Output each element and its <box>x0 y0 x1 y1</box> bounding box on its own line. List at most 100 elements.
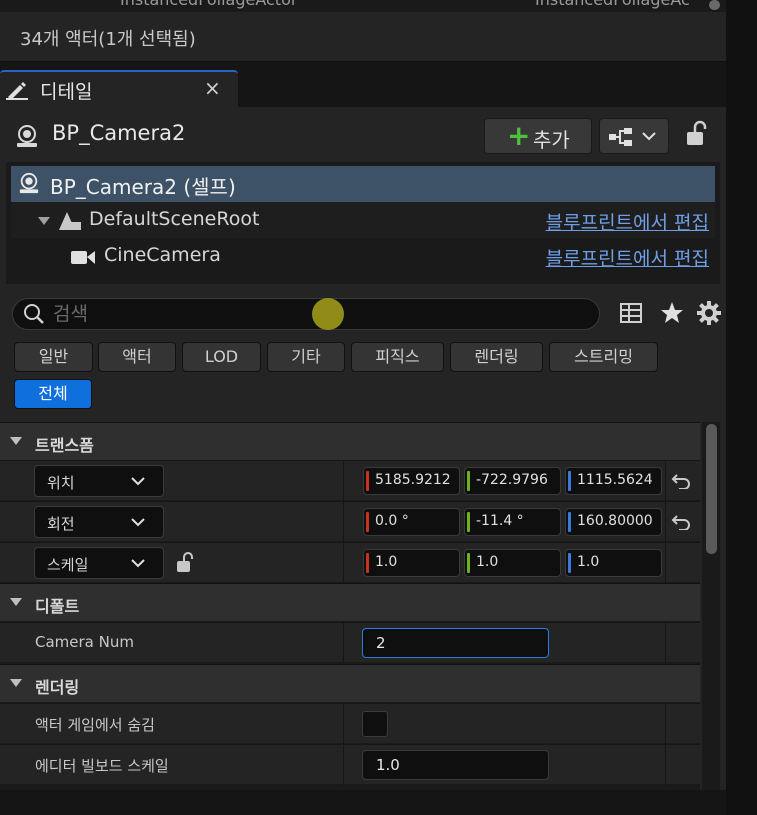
camera-num-field[interactable]: 2 <box>362 628 549 658</box>
actor-name[interactable]: BP_Camera2 <box>52 121 185 145</box>
outliner-scroll-thumb[interactable] <box>709 0 720 10</box>
filter-all[interactable]: 전체 <box>14 379 92 409</box>
details-search-box[interactable] <box>12 298 600 330</box>
reset-to-default-icon[interactable] <box>671 473 691 489</box>
reset-to-default-icon[interactable] <box>671 514 691 530</box>
details-scroll-thumb[interactable] <box>706 424 717 554</box>
gear-icon[interactable] <box>696 300 722 326</box>
filter-streaming[interactable]: 스트리밍 <box>549 342 658 372</box>
collapse-triangle-icon[interactable] <box>37 216 51 226</box>
tree-item-self-label: BP_Camera2 (셀프) <box>50 175 236 199</box>
category-default-label: 디폴트 <box>35 597 80 616</box>
edit-in-blueprint-link[interactable]: 블루프린트에서 편집 <box>546 244 709 271</box>
chevron-down-icon <box>131 477 145 486</box>
property-hidden-in-game: 액터 게임에서 숨김 <box>0 703 700 744</box>
scene-root-icon <box>59 212 81 230</box>
tree-item-label: DefaultSceneRoot <box>89 208 260 230</box>
table-view-icon[interactable] <box>619 301 643 325</box>
collapse-triangle-icon <box>10 437 22 445</box>
filter-physics[interactable]: 피직스 <box>351 342 444 372</box>
rotation-label: 회전 <box>47 515 75 533</box>
collapse-triangle-icon <box>10 598 22 606</box>
location-z-value: 1115.5624 <box>577 472 653 488</box>
unlock-icon[interactable] <box>684 120 710 148</box>
tree-item-self[interactable]: BP_Camera2 (셀프) <box>11 166 715 202</box>
search-icon <box>24 304 44 324</box>
property-scale: 스케일 1.0 1.0 1.0 <box>0 542 700 583</box>
property-billboard-scale: 에디터 빌보드 스케일 1.0 <box>0 744 700 785</box>
billboard-scale-field[interactable]: 1.0 <box>362 750 549 780</box>
billboard-scale-label: 에디터 빌보드 스케일 <box>35 757 169 775</box>
edit-in-blueprint-link[interactable]: 블루프린트에서 편집 <box>546 208 709 235</box>
category-default[interactable]: 디폴트 <box>0 583 700 621</box>
camera-num-label: Camera Num <box>35 633 134 651</box>
category-transform-label: 트랜스폼 <box>35 436 94 455</box>
rotation-y-field[interactable]: -11.4 ° <box>464 508 561 536</box>
star-icon[interactable] <box>659 300 685 326</box>
blueprint-options-button[interactable] <box>599 118 669 154</box>
property-location: 위치 5185.9212 -722.9796 1115.5624 <box>0 460 700 501</box>
tree-item-label: CineCamera <box>104 244 221 266</box>
video-camera-icon <box>71 251 95 264</box>
outliner-cut-item: InstancedFoliageActor <box>120 0 297 9</box>
filter-rendering[interactable]: 렌더링 <box>450 342 543 372</box>
outliner-cut-type: InstancedFoliageAc <box>535 0 690 9</box>
filter-lod[interactable]: LOD <box>182 342 261 372</box>
category-rendering[interactable]: 렌더링 <box>0 664 700 702</box>
tab-details[interactable]: 디테일 × <box>0 70 238 107</box>
tree-item-cine-camera[interactable]: CineCamera 블루프린트에서 편집 <box>11 238 715 274</box>
mouse-cursor-indicator <box>312 298 344 330</box>
actor-count-text: 34개 액터(1개 선택됨) <box>20 29 196 50</box>
plus-icon: + <box>507 119 531 152</box>
unlock-icon[interactable] <box>175 552 197 574</box>
scale-label: 스케일 <box>47 556 89 574</box>
property-rotation: 회전 0.0 ° -11.4 ° 160.80000 <box>0 501 700 542</box>
close-icon[interactable]: × <box>204 76 221 100</box>
outliner-strip: InstancedFoliageActor InstancedFoliageAc <box>0 0 726 12</box>
category-transform[interactable]: 트랜스폼 <box>0 422 700 460</box>
location-label: 위치 <box>47 474 75 492</box>
filter-misc[interactable]: 기타 <box>267 342 345 372</box>
scale-z-value: 1.0 <box>577 554 600 570</box>
chevron-down-icon <box>642 132 656 141</box>
location-x-value: 5185.9212 <box>375 472 451 488</box>
billboard-scale-value: 1.0 <box>376 756 400 774</box>
camera-actor-icon <box>17 125 37 147</box>
bottom-edge <box>0 790 726 815</box>
scale-x-field[interactable]: 1.0 <box>363 549 460 577</box>
scale-mode-dropdown[interactable]: 스케일 <box>34 547 164 579</box>
pencil-icon <box>6 82 28 100</box>
camera-num-value: 2 <box>376 634 386 652</box>
scale-y-value: 1.0 <box>476 554 499 570</box>
tab-details-label: 디테일 <box>40 81 93 103</box>
location-mode-dropdown[interactable]: 위치 <box>34 465 164 497</box>
scale-z-field[interactable]: 1.0 <box>565 549 662 577</box>
rotation-x-value: 0.0 ° <box>375 513 409 529</box>
hierarchy-icon <box>609 128 632 146</box>
hidden-in-game-label: 액터 게임에서 숨김 <box>35 716 155 734</box>
rotation-y-value: -11.4 ° <box>476 513 524 529</box>
right-gutter <box>726 0 757 815</box>
location-y-value: -722.9796 <box>476 472 548 488</box>
scale-x-value: 1.0 <box>375 554 398 570</box>
rotation-z-field[interactable]: 160.80000 <box>565 508 662 536</box>
category-rendering-label: 렌더링 <box>35 678 80 697</box>
rotation-z-value: 160.80000 <box>577 513 653 529</box>
location-y-field[interactable]: -722.9796 <box>464 467 561 495</box>
location-x-field[interactable]: 5185.9212 <box>363 467 460 495</box>
rotation-mode-dropdown[interactable]: 회전 <box>34 506 164 538</box>
hidden-in-game-checkbox[interactable] <box>362 711 388 737</box>
search-input[interactable] <box>53 301 553 327</box>
chevron-down-icon <box>131 518 145 527</box>
filter-actor[interactable]: 액터 <box>98 342 176 372</box>
filter-general[interactable]: 일반 <box>14 342 93 372</box>
property-camera-num: Camera Num 2 <box>0 622 700 663</box>
rotation-x-field[interactable]: 0.0 ° <box>363 508 460 536</box>
add-component-button[interactable]: + 추가 <box>484 118 592 154</box>
scale-y-field[interactable]: 1.0 <box>464 549 561 577</box>
camera-actor-icon <box>19 172 39 194</box>
location-z-field[interactable]: 1115.5624 <box>565 467 662 495</box>
chevron-down-icon <box>131 559 145 568</box>
tree-item-default-scene-root[interactable]: DefaultSceneRoot 블루프린트에서 편집 <box>11 202 715 238</box>
collapse-triangle-icon <box>10 679 22 687</box>
